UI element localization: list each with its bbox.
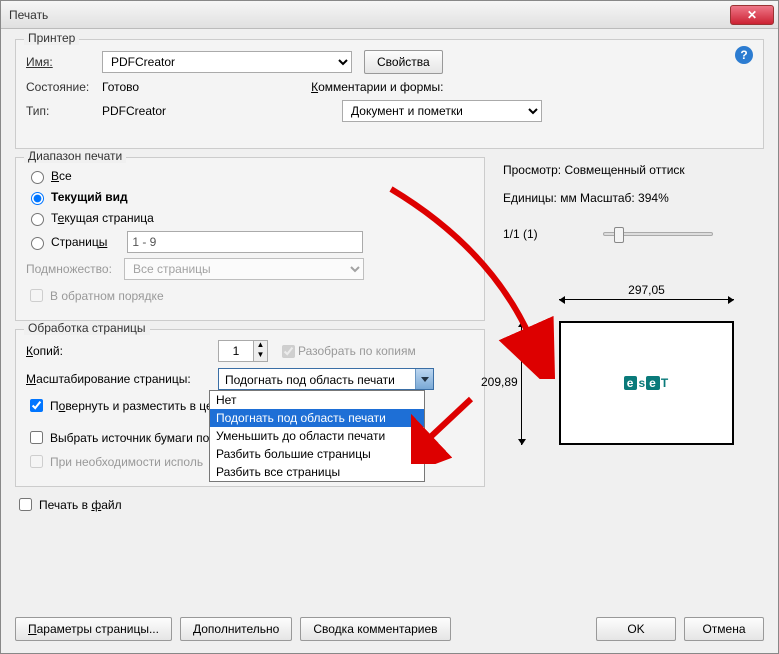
printer-state-value: Готово xyxy=(102,80,139,94)
comments-summary-button[interactable]: Сводка комментариев xyxy=(300,617,450,641)
spin-down-icon[interactable]: ▼ xyxy=(253,351,267,361)
copies-spinner[interactable]: ▲▼ xyxy=(218,340,268,362)
range-current-page-label: Текущая страница xyxy=(51,211,154,225)
printer-legend: Принтер xyxy=(24,31,79,45)
scaling-opt-tile-large[interactable]: Разбить большие страницы xyxy=(210,445,424,463)
rotate-label: Повернуть и разместить в цен xyxy=(50,399,219,413)
range-all-label: Все xyxy=(51,169,72,183)
chevron-down-icon[interactable] xyxy=(415,369,433,389)
paper-source-label: Выбрать источник бумаги по xyxy=(50,431,209,445)
properties-button[interactable]: Свойства xyxy=(364,50,443,74)
printer-name-label: Имя: xyxy=(26,55,102,69)
range-legend: Диапазон печати xyxy=(24,149,126,163)
page-handling-group: Обработка страницы Копий: ▲▼ Разобрать п… xyxy=(15,329,485,487)
subset-label: Подмножество: xyxy=(26,262,124,276)
scaling-opt-tile-all[interactable]: Разбить все страницы xyxy=(210,463,424,481)
range-current-page-radio[interactable] xyxy=(31,213,44,226)
preview-pane: Просмотр: Совмещенный оттиск Единицы: мм… xyxy=(495,157,764,519)
comments-forms-select[interactable]: Документ и пометки xyxy=(342,100,542,122)
slider-thumb[interactable] xyxy=(614,227,624,243)
subset-select: Все страницы xyxy=(124,258,364,280)
scaling-dropdown[interactable]: Нет Подогнать под область печати Уменьши… xyxy=(209,390,425,482)
copies-input[interactable] xyxy=(219,341,253,361)
titlebar: Печать ✕ xyxy=(1,1,778,29)
printer-type-label: Тип: xyxy=(26,104,102,118)
range-pages-radio[interactable] xyxy=(31,237,44,250)
paper-source-check[interactable] xyxy=(30,431,43,444)
printer-name-select[interactable]: PDFCreator xyxy=(102,51,352,73)
scaling-select[interactable]: Подогнать под область печати xyxy=(218,368,434,390)
preview-title: Просмотр: Совмещенный оттиск xyxy=(503,163,760,177)
range-pages-label: Страницы xyxy=(51,235,107,249)
print-dialog: Печать ✕ Принтер ? Имя: PDFCreator Свойс… xyxy=(0,0,779,654)
scaling-opt-shrink[interactable]: Уменьшить до области печати xyxy=(210,427,424,445)
custom-size-check xyxy=(30,455,43,468)
printer-state-label: Состояние: xyxy=(26,80,102,94)
dim-height-label: 209,89 xyxy=(481,375,518,389)
dim-width-label: 297,05 xyxy=(559,283,734,297)
handling-legend: Обработка страницы xyxy=(24,321,150,335)
custom-size-label: При необходимости исполь xyxy=(50,455,203,469)
cancel-button[interactable]: Отмена xyxy=(684,617,764,641)
advanced-button[interactable]: Дополнительно xyxy=(180,617,292,641)
close-button[interactable]: ✕ xyxy=(730,5,774,25)
reverse-check xyxy=(30,289,43,302)
scaling-label: Масштабирование страницы: xyxy=(26,372,218,386)
range-current-view-label: Текущий вид xyxy=(51,190,128,204)
window-title: Печать xyxy=(1,8,48,22)
footer: Параметры страницы... Дополнительно Свод… xyxy=(15,617,764,641)
print-to-file-check[interactable] xyxy=(19,498,32,511)
comments-forms-label: Комментарии и формы: xyxy=(311,80,443,94)
range-current-view-radio[interactable] xyxy=(31,192,44,205)
range-pages-input[interactable] xyxy=(127,231,363,253)
rotate-check[interactable] xyxy=(30,399,43,412)
reverse-label: В обратном порядке xyxy=(50,289,164,303)
page-setup-button[interactable]: Параметры страницы... xyxy=(15,617,172,641)
printer-type-value: PDFCreator xyxy=(102,104,166,118)
dim-height-line xyxy=(521,321,522,445)
collate-label: Разобрать по копиям xyxy=(298,344,416,358)
preview-page-of: 1/1 (1) xyxy=(503,227,603,241)
ok-button[interactable]: OK xyxy=(596,617,676,641)
help-icon[interactable]: ? xyxy=(735,46,753,64)
preview-units: Единицы: мм Масштаб: 394% xyxy=(503,191,760,205)
range-all-radio[interactable] xyxy=(31,171,44,184)
printer-group: Принтер ? Имя: PDFCreator Свойства Состо… xyxy=(15,39,764,149)
print-to-file-label: Печать в файл xyxy=(39,498,122,512)
copies-label: Копий: xyxy=(26,344,218,358)
eset-logo-icon: eseT xyxy=(624,374,669,392)
scaling-opt-none[interactable]: Нет xyxy=(210,391,424,409)
dim-width-line xyxy=(559,299,734,300)
preview-page: eseT xyxy=(559,321,734,445)
preview-slider[interactable] xyxy=(603,232,713,236)
scaling-opt-fit[interactable]: Подогнать под область печати xyxy=(210,409,424,427)
print-range-group: Диапазон печати Все Текущий вид Текущая … xyxy=(15,157,485,321)
collate-check xyxy=(282,345,295,358)
